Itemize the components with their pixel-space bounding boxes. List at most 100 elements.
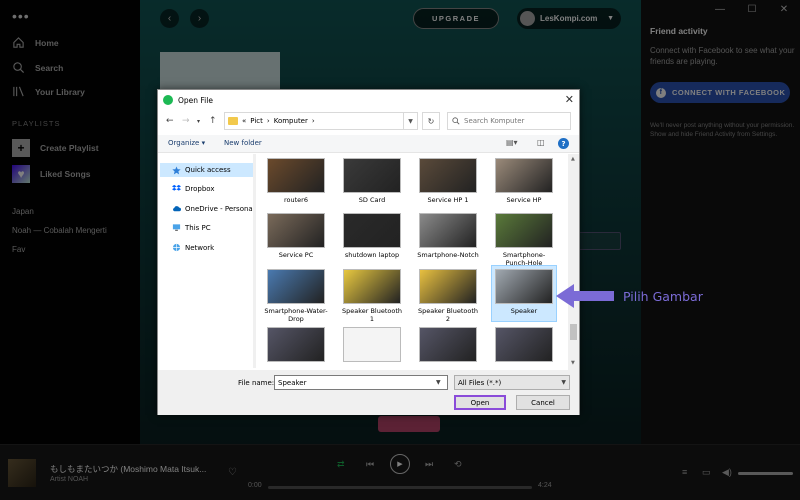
- search-box[interactable]: [447, 112, 571, 130]
- file-item[interactable]: Smartphone-Punch-Hole: [492, 210, 556, 267]
- image-thumbnail-icon: [495, 269, 553, 304]
- chevron-down-icon: ▾: [201, 139, 206, 147]
- spotify-icon: [163, 95, 173, 105]
- chevron-down-icon: ▼: [561, 379, 566, 386]
- annotation-arrow-icon: [556, 284, 614, 308]
- image-thumbnail-icon: [419, 269, 477, 304]
- file-item[interactable]: [340, 324, 404, 370]
- dialog-footer: File name: ▼ All Files (*.*) ▼ Open Canc…: [158, 370, 579, 415]
- view-options-icon[interactable]: ▤▾: [506, 138, 518, 147]
- file-item[interactable]: [264, 324, 328, 370]
- dialog-close-icon[interactable]: ✕: [565, 93, 574, 106]
- file-item[interactable]: Speaker Bluetooth 1: [340, 266, 404, 324]
- file-name-dropdown-icon[interactable]: ▼: [436, 379, 441, 386]
- scrollbar-thumb[interactable]: [570, 324, 577, 340]
- file-item[interactable]: Service HP 1: [416, 155, 480, 207]
- image-thumbnail-icon: [419, 158, 477, 193]
- image-thumbnail-icon: [343, 327, 401, 362]
- file-name-label: File name:: [238, 379, 275, 387]
- file-item[interactable]: Service HP: [492, 155, 556, 207]
- file-name: Smartphone-Notch: [417, 251, 479, 259]
- address-dropdown-icon[interactable]: ▼: [403, 113, 417, 129]
- network-icon: [172, 243, 181, 252]
- image-thumbnail-icon: [495, 327, 553, 362]
- address-bar-row: « Pict › Komputer › ▼ ↻: [224, 112, 574, 130]
- file-name: Service PC: [278, 251, 314, 259]
- open-button[interactable]: Open: [454, 395, 506, 410]
- cloud-icon: [173, 206, 181, 212]
- nav-pane-scrollbar[interactable]: [253, 154, 256, 368]
- nav-quick-access[interactable]: Quick access: [160, 163, 254, 177]
- nav-this-pc[interactable]: This PC: [172, 223, 211, 232]
- organize-button[interactable]: Organize ▾: [168, 139, 205, 147]
- image-thumbnail-icon: [267, 269, 325, 304]
- dialog-titlebar[interactable]: Open File ✕: [158, 90, 579, 110]
- file-list-scrollbar[interactable]: ▲ ▼: [568, 154, 579, 370]
- image-thumbnail-icon: [495, 213, 553, 248]
- organize-label: Organize: [168, 139, 200, 147]
- file-item[interactable]: Smartphone-Water-Drop: [264, 266, 328, 324]
- cancel-button[interactable]: Cancel: [516, 395, 570, 410]
- file-name: Smartphone-Water-Drop: [264, 307, 328, 324]
- file-item[interactable]: shutdown laptop: [340, 210, 404, 262]
- breadcrumb-separator-icon: ›: [311, 117, 315, 125]
- file-name-input[interactable]: [274, 375, 448, 390]
- file-item[interactable]: SD Card: [340, 155, 404, 207]
- breadcrumb-komputer[interactable]: Komputer: [274, 117, 308, 125]
- image-thumbnail-icon: [343, 269, 401, 304]
- file-item[interactable]: [492, 324, 556, 370]
- address-bar[interactable]: « Pict › Komputer › ▼: [224, 112, 418, 130]
- file-name: router6: [284, 196, 308, 204]
- image-thumbnail-icon: [267, 213, 325, 248]
- nav-label: This PC: [185, 223, 211, 232]
- file-name: Service HP: [506, 196, 542, 204]
- refresh-icon: ↻: [427, 116, 435, 126]
- nav-label: Quick access: [185, 166, 231, 174]
- image-thumbnail-icon: [419, 213, 477, 248]
- file-item[interactable]: router6: [264, 155, 328, 207]
- image-thumbnail-icon: [343, 158, 401, 193]
- dialog-navigation: ← → ▾ ↑ « Pict › Komputer › ▼ ↻: [158, 111, 579, 133]
- dropbox-icon: [172, 184, 181, 191]
- nav-dropbox[interactable]: Dropbox: [172, 184, 215, 193]
- image-thumbnail-icon: [267, 158, 325, 193]
- file-name: SD Card: [358, 196, 386, 204]
- nav-label: OneDrive - Personal: [185, 204, 255, 213]
- file-item[interactable]: Speaker Bluetooth 2: [416, 266, 480, 323]
- navigation-pane: Quick access Dropbox OneDrive - Personal…: [158, 154, 256, 368]
- breadcrumb-overflow[interactable]: «: [242, 117, 246, 125]
- search-input[interactable]: [464, 117, 564, 125]
- file-item[interactable]: Speaker: [491, 265, 557, 322]
- breadcrumb-pict[interactable]: Pict: [250, 117, 263, 125]
- up-arrow-icon[interactable]: ↑: [209, 116, 217, 126]
- search-icon: [452, 117, 460, 125]
- annotation-label: Pilih Gambar: [623, 289, 703, 304]
- forward-arrow-icon[interactable]: →: [182, 116, 190, 126]
- back-arrow-icon[interactable]: ←: [166, 116, 174, 126]
- file-type-value: All Files (*.*): [458, 378, 502, 387]
- nav-label: Network: [185, 243, 215, 252]
- refresh-button[interactable]: ↻: [422, 112, 440, 130]
- file-list: router6 SD Card Service HP 1 Service HP Serv…: [262, 154, 567, 370]
- help-icon[interactable]: ?: [558, 138, 569, 149]
- preview-pane-icon[interactable]: ◫: [537, 138, 545, 147]
- folder-icon: [228, 117, 238, 125]
- computer-icon: [172, 224, 181, 231]
- open-file-dialog: Open File ✕ ← → ▾ ↑ « Pict › Komputer › …: [157, 89, 580, 415]
- file-name: Speaker: [510, 307, 538, 315]
- file-item[interactable]: Smartphone-Notch: [416, 210, 480, 262]
- scroll-down-icon[interactable]: ▼: [571, 360, 575, 366]
- file-name: Speaker Bluetooth 1: [341, 307, 403, 324]
- dialog-toolbar: Organize ▾ New folder ▤▾ ◫ ?: [158, 135, 579, 153]
- file-item[interactable]: [416, 324, 480, 370]
- nav-onedrive[interactable]: OneDrive - Personal: [172, 204, 255, 213]
- image-thumbnail-icon: [419, 327, 477, 362]
- nav-network[interactable]: Network: [172, 243, 214, 252]
- new-folder-button[interactable]: New folder: [224, 139, 262, 147]
- recent-dropdown-icon[interactable]: ▾: [197, 118, 200, 125]
- scroll-up-icon[interactable]: ▲: [571, 156, 575, 162]
- file-item[interactable]: Service PC: [264, 210, 328, 262]
- dialog-title: Open File: [178, 95, 213, 105]
- file-type-select[interactable]: All Files (*.*) ▼: [454, 375, 570, 390]
- image-thumbnail-icon: [343, 213, 401, 248]
